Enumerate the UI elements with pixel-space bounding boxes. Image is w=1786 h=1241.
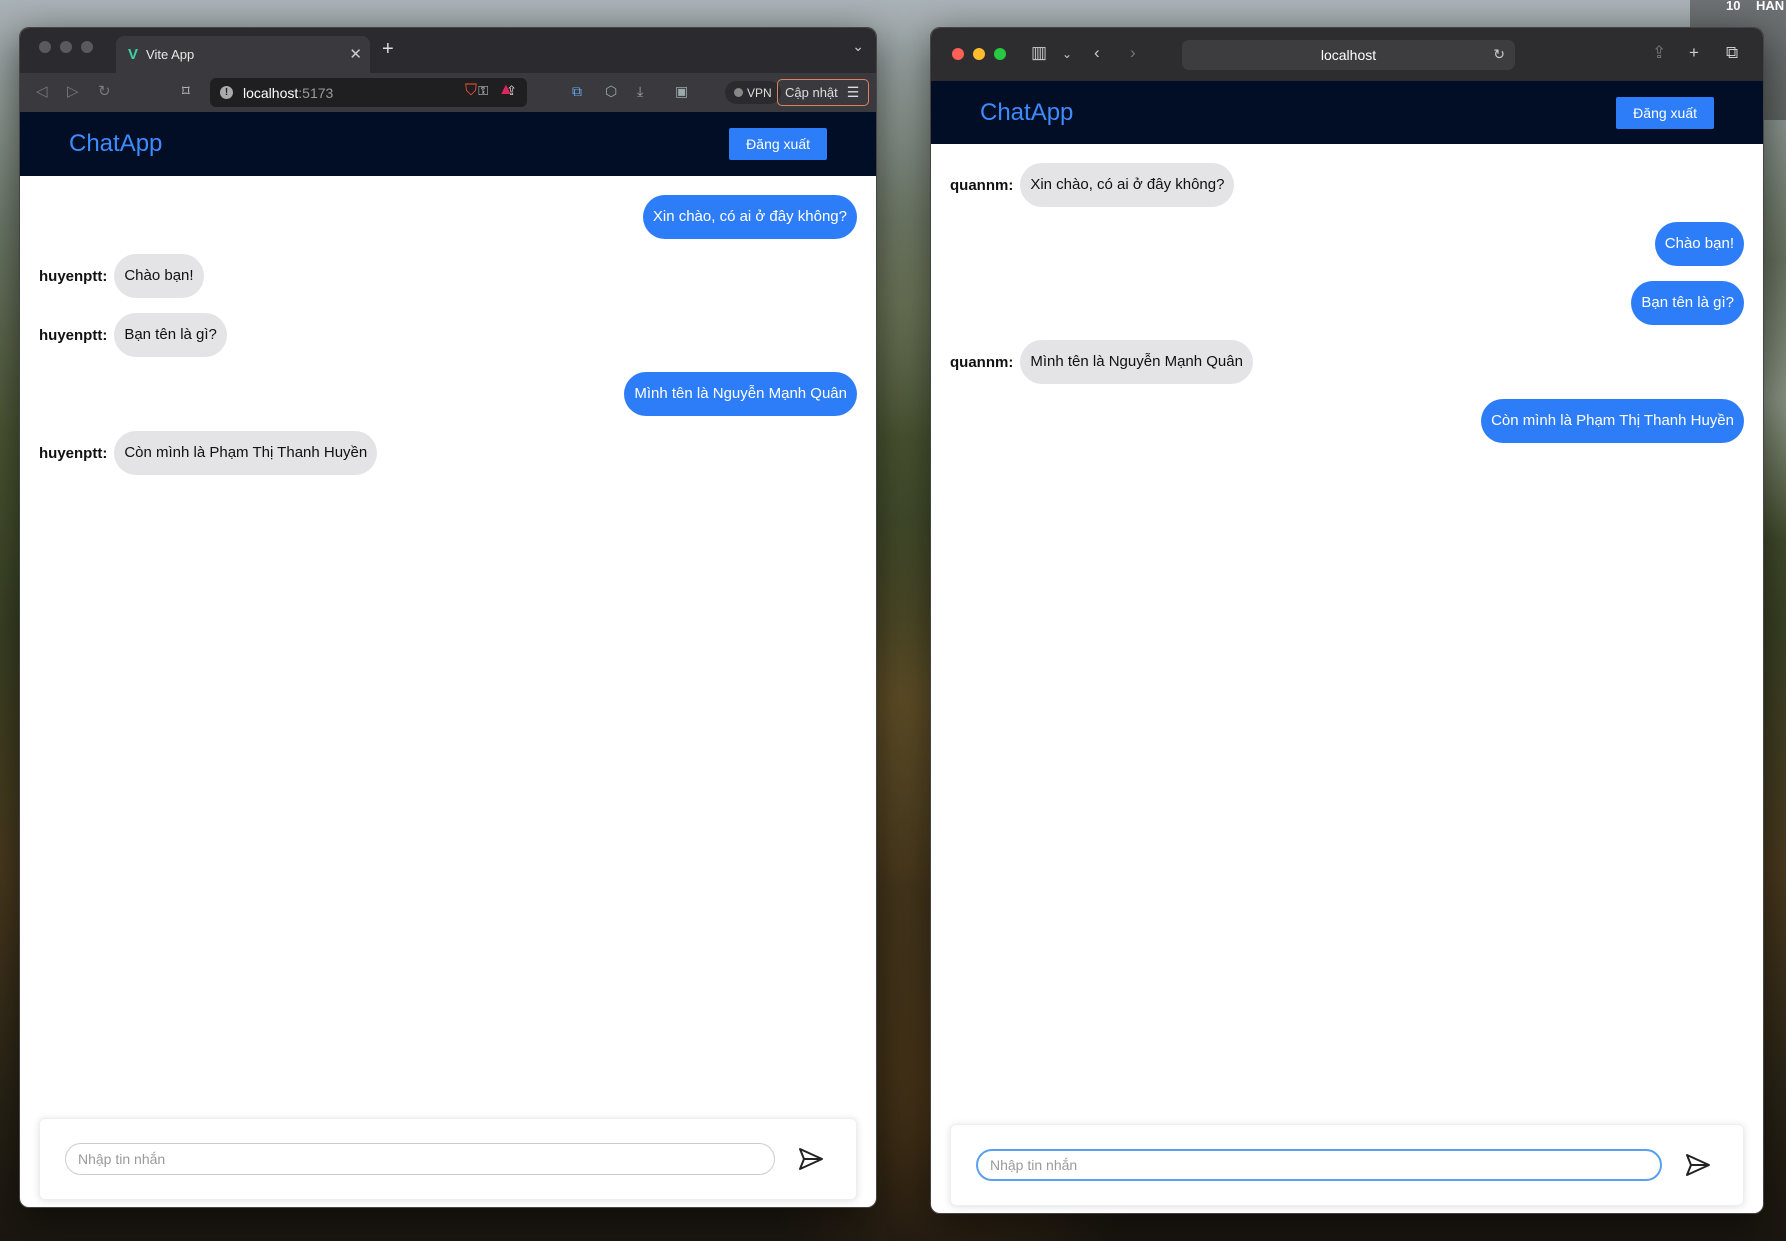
message-bubble-other: Xin chào, có ai ở đây không? (1020, 163, 1235, 207)
tab-overview-icon[interactable]: ⧉ (1726, 43, 1738, 63)
zoom-window-button[interactable] (994, 48, 1006, 60)
new-tab-icon[interactable]: + (382, 38, 394, 61)
message-list: Xin chào, có ai ở đây không? huyenptt: C… (20, 176, 876, 475)
tab-bar: V Vite App ✕ + ⌄ (20, 28, 876, 73)
message-sender: quannm: (950, 176, 1014, 194)
app-header: ChatApp Đăng xuất (20, 112, 876, 176)
message-list: quannm: Xin chào, có ai ở đây không? Chà… (931, 144, 1763, 443)
message-bubble-other: Mình tên là Nguyễn Mạnh Quân (1020, 340, 1253, 384)
brave-shield-icon[interactable]: ⛉ (465, 82, 477, 100)
browser-toolbar: ▥ ⌄ ‹ › localhost ↻ ⇪ + ⧉ (931, 28, 1763, 81)
key-icon[interactable]: ⚿ (478, 83, 488, 99)
download-icon[interactable]: ⤓ (637, 83, 643, 100)
minimize-window-button[interactable] (973, 48, 985, 60)
message-row: Mình tên là Nguyễn Mạnh Quân (39, 372, 857, 416)
vpn-status-icon (734, 88, 743, 97)
message-row: Bạn tên là gì? (950, 281, 1744, 325)
update-label: Cập nhật (785, 85, 838, 100)
close-window-button[interactable] (39, 41, 51, 53)
vite-logo-icon: V (128, 46, 139, 63)
brand-logo[interactable]: ChatApp (980, 99, 1073, 127)
forward-icon[interactable]: › (1130, 43, 1136, 63)
zoom-window-button[interactable] (81, 41, 93, 53)
message-bubble-mine: Còn mình là Phạm Thị Thanh Huyền (1481, 399, 1744, 443)
send-button[interactable] (1678, 1145, 1718, 1185)
message-composer (950, 1124, 1744, 1206)
translate-icon[interactable]: ⧉ (572, 83, 582, 100)
send-icon (1686, 1154, 1710, 1176)
logout-button[interactable]: Đăng xuất (729, 128, 827, 160)
message-sender: huyenptt: (39, 267, 108, 285)
app-header: ChatApp Đăng xuất (931, 81, 1763, 144)
tab-vite-app[interactable]: V Vite App ✕ (116, 36, 370, 73)
message-bubble-mine: Mình tên là Nguyễn Mạnh Quân (624, 372, 857, 416)
reload-icon[interactable]: ↻ (1493, 46, 1505, 63)
forward-icon[interactable]: ▷ (67, 82, 79, 100)
browser-window-safari: ▥ ⌄ ‹ › localhost ↻ ⇪ + ⧉ ChatApp Đăng x… (930, 27, 1764, 1214)
new-tab-icon[interactable]: + (1689, 43, 1699, 63)
message-composer (39, 1118, 857, 1200)
message-row: Xin chào, có ai ở đây không? (39, 195, 857, 239)
clock-widget-label: HAN (1756, 0, 1785, 13)
close-tab-icon[interactable]: ✕ (349, 45, 362, 63)
message-row: quannm: Xin chào, có ai ở đây không? (950, 163, 1744, 207)
message-row: quannm: Mình tên là Nguyễn Mạnh Quân (950, 340, 1744, 384)
update-button[interactable]: Cập nhật ☰ (777, 79, 869, 106)
sidebar-toggle-icon[interactable]: ▥ (1031, 43, 1047, 63)
message-sender: huyenptt: (39, 326, 108, 344)
reload-icon[interactable]: ↻ (98, 82, 111, 100)
message-sender: quannm: (950, 353, 1014, 371)
message-bubble-mine: Bạn tên là gì? (1631, 281, 1744, 325)
sidebar-chevron-down-icon[interactable]: ⌄ (1062, 47, 1072, 61)
message-bubble-other: Còn mình là Phạm Thị Thanh Huyền (114, 431, 378, 475)
message-row: Còn mình là Phạm Thị Thanh Huyền (950, 399, 1744, 443)
message-bubble-other: Bạn tên là gì? (114, 313, 227, 357)
logout-button[interactable]: Đăng xuất (1616, 96, 1714, 129)
message-sender: huyenptt: (39, 444, 108, 462)
message-row: huyenptt: Bạn tên là gì? (39, 313, 857, 357)
send-icon (799, 1148, 823, 1170)
vpn-button[interactable]: VPN (725, 81, 781, 104)
minimize-window-button[interactable] (60, 41, 72, 53)
send-button[interactable] (791, 1139, 831, 1179)
url-text: localhost (1320, 47, 1377, 63)
clock-widget-number: 10 (1726, 0, 1741, 13)
brave-rewards-icon[interactable]: ▲ (498, 81, 514, 99)
tab-title: Vite App (146, 47, 195, 62)
address-bar[interactable]: localhost ↻ (1182, 40, 1515, 70)
message-bubble-mine: Chào bạn! (1654, 222, 1744, 266)
message-input[interactable] (976, 1149, 1662, 1181)
back-icon[interactable]: ‹ (1094, 43, 1100, 63)
share-icon[interactable]: ⇪ (1652, 43, 1666, 63)
message-row: Chào bạn! (950, 222, 1744, 266)
browser-window-brave: V Vite App ✕ + ⌄ ◁ ▷ ↻ ⌑ ! localhost:517… (19, 27, 877, 1208)
wallet-icon[interactable]: ▣ (675, 83, 688, 100)
brand-logo[interactable]: ChatApp (69, 130, 162, 158)
close-window-button[interactable] (952, 48, 964, 60)
message-bubble-mine: Xin chào, có ai ở đây không? (642, 195, 857, 239)
url-port: :5173 (298, 84, 334, 101)
window-controls (39, 41, 93, 53)
address-bar[interactable]: ! localhost:5173 ⚿ ⇪ (210, 78, 527, 107)
vpn-label: VPN (747, 85, 772, 100)
extensions-icon[interactable]: ⬡ (605, 83, 617, 100)
back-icon[interactable]: ◁ (36, 82, 48, 100)
tab-list-chevron-icon[interactable]: ⌄ (852, 38, 864, 55)
browser-toolbar: ◁ ▷ ↻ ⌑ ! localhost:5173 ⚿ ⇪ ⛉ ▲ ⧉ ⬡ ⤓ ▣… (20, 73, 876, 112)
bookmark-icon[interactable]: ⌑ (182, 82, 190, 100)
window-controls (952, 48, 1006, 60)
message-row: huyenptt: Còn mình là Phạm Thị Thanh Huy… (39, 431, 857, 475)
message-row: huyenptt: Chào bạn! (39, 254, 857, 298)
message-bubble-other: Chào bạn! (114, 254, 204, 298)
url-host: localhost (243, 84, 299, 101)
site-info-icon[interactable]: ! (220, 86, 233, 99)
message-input[interactable] (65, 1143, 775, 1175)
menu-icon[interactable]: ☰ (847, 84, 860, 101)
